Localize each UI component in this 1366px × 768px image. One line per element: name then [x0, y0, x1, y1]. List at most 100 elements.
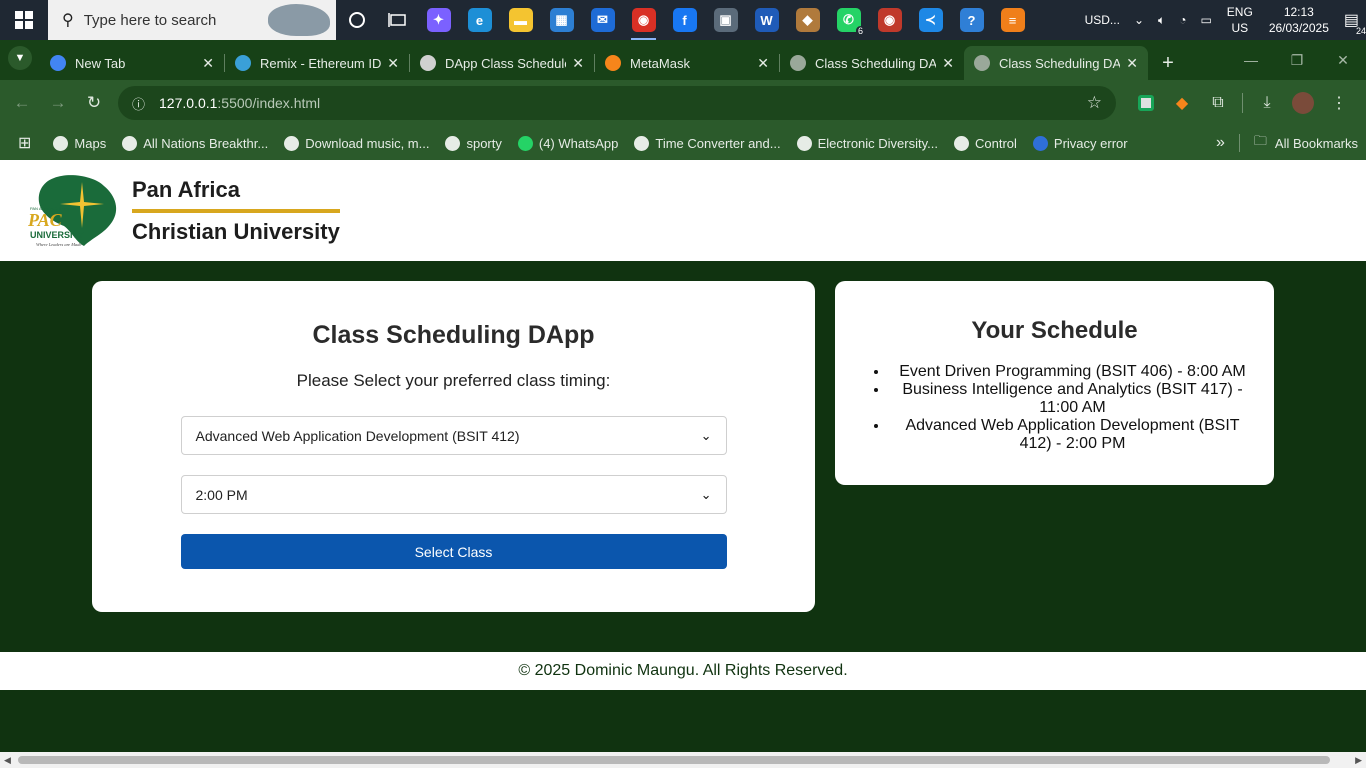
address-bar[interactable]: ⓘ 127.0.0.1:5500/index.html ☆ [118, 86, 1116, 120]
metamask-extension-icon[interactable]: ◆ [1164, 93, 1200, 113]
scrollbar-thumb[interactable] [18, 756, 1330, 764]
downloads-icon[interactable]: ⤓ [1249, 94, 1285, 112]
tab-close-icon[interactable]: ✕ [942, 55, 954, 72]
bookmark-favicon-icon [634, 135, 650, 151]
site-info-icon[interactable]: ⓘ [132, 94, 145, 113]
whatsapp-taskbar-button[interactable]: ✆ 6 [828, 0, 869, 40]
tab-close-icon[interactable]: ✕ [387, 55, 399, 72]
time-select-value: 2:00 PM [195, 486, 248, 503]
bookmark-item[interactable]: Maps [45, 135, 114, 151]
clock[interactable]: 12:13 26/03/2025 [1261, 4, 1337, 36]
edge-icon: e [467, 8, 492, 32]
reload-button[interactable]: ↻ [76, 93, 112, 113]
chevron-up-icon[interactable]: ⌄ [1127, 13, 1151, 27]
bookmark-star-icon[interactable]: ☆ [1087, 93, 1102, 113]
word-taskbar-button[interactable]: W [746, 0, 787, 40]
browser-tab[interactable]: Remix - Ethereum IDE ✕ [225, 46, 409, 80]
bookmarks-bar: ⊞ Maps All Nations Breakthr... Download mu… [0, 126, 1366, 160]
bookmark-item[interactable]: sporty [437, 135, 509, 151]
browser-tab[interactable]: DApp Class Schedule ✕ [410, 46, 594, 80]
back-button[interactable]: ← [4, 93, 40, 113]
window-controls: — ❐ ✕ [1228, 40, 1366, 80]
pac-logo-icon: PAN AFRICA CHRISTIAN PAC UNIVERSITY Wher… [27, 174, 117, 247]
chrome-icon [50, 55, 66, 71]
scroll-left-icon[interactable]: ◀ [4, 755, 11, 766]
browser-tab[interactable]: Class Scheduling DA ✕ [964, 46, 1148, 80]
bookmark-item[interactable]: Control [946, 135, 1025, 151]
tab-title: Class Scheduling DAp [815, 55, 937, 71]
lang-bottom: US [1231, 21, 1249, 35]
language-indicator[interactable]: ENG US [1219, 4, 1261, 36]
tab-close-icon[interactable]: ✕ [757, 55, 769, 72]
cortana-button[interactable] [336, 0, 377, 40]
more-bookmarks-icon[interactable]: » [1208, 134, 1233, 152]
browser-toolbar: ← → ↻ ⓘ 127.0.0.1:5500/index.html ☆ ◆ ⧉ … [0, 80, 1366, 126]
bookmark-item[interactable]: Privacy error [1025, 135, 1136, 151]
photos-taskbar-button[interactable]: ▣ [705, 0, 746, 40]
help-icon: ? [959, 8, 984, 32]
minimize-button[interactable]: — [1228, 40, 1274, 80]
chrome-profile-taskbar-button[interactable]: ◉ [869, 0, 910, 40]
url-host: 127.0.0.1 [159, 95, 218, 111]
taskbar-search[interactable]: ⚲ Type here to search [48, 0, 336, 40]
battery-icon[interactable]: ▭ [1193, 13, 1218, 27]
bookmark-item[interactable]: (4) WhatsApp [510, 135, 626, 151]
photos-icon: ▣ [713, 8, 738, 32]
copilot-taskbar-button[interactable]: ✦ [418, 0, 459, 40]
package-icon: ◆ [795, 8, 820, 32]
currency-widget[interactable]: USD... [1078, 13, 1127, 27]
file-explorer-taskbar-button[interactable]: ▬ [500, 0, 541, 40]
browser-tab[interactable]: Class Scheduling DAp ✕ [780, 46, 964, 80]
mail-icon: ✉ [590, 8, 615, 32]
all-bookmarks-folder[interactable]: 🗀︎ All Bookmarks [1246, 132, 1366, 154]
tab-search-button[interactable]: ▼ [8, 45, 32, 70]
bookmark-favicon-icon [954, 135, 969, 151]
browser-tab[interactable]: New Tab ✕ [40, 46, 224, 80]
page-title: Class Scheduling DApp [312, 321, 595, 349]
horizontal-scrollbar[interactable]: ◀ ▶ [0, 752, 1366, 768]
tab-title: DApp Class Schedule [445, 55, 567, 71]
forward-button[interactable]: → [40, 93, 76, 113]
bookmark-item[interactable]: Time Converter and... [626, 135, 788, 151]
tab-title: MetaMask [630, 55, 690, 71]
bookmark-item[interactable]: Electronic Diversity... [789, 135, 946, 151]
tab-close-icon[interactable]: ✕ [202, 55, 214, 72]
logo-mark-pac: PAC [27, 210, 63, 230]
apps-grid-icon[interactable]: ⊞ [0, 133, 45, 153]
extension-record-icon[interactable] [1128, 95, 1164, 111]
volume-icon[interactable]: 🔈︎ [1151, 13, 1172, 28]
microsoft-store-taskbar-button[interactable]: ▦ [541, 0, 582, 40]
vscode-taskbar-button[interactable]: ≺ [910, 0, 951, 40]
restore-button[interactable]: ❐ [1274, 40, 1320, 80]
bookmark-item[interactable]: Download music, m... [276, 135, 437, 151]
help-taskbar-button[interactable]: ? [951, 0, 992, 40]
notification-center[interactable]: ▤ 24 [1337, 10, 1366, 36]
chrome-taskbar-button[interactable]: ◉ [623, 0, 664, 40]
tab-title: New Tab [75, 55, 126, 71]
bookmark-item[interactable]: All Nations Breakthr... [114, 135, 276, 151]
tab-close-icon[interactable]: ✕ [1126, 55, 1138, 72]
scroll-right-icon[interactable]: ▶ [1355, 755, 1362, 766]
chrome-icon: ◉ [631, 8, 656, 32]
task-view-button[interactable] [377, 0, 418, 40]
package-taskbar-button[interactable]: ◆ [787, 0, 828, 40]
stack-taskbar-button[interactable]: ≡ [992, 0, 1033, 40]
site-header: PAN AFRICA CHRISTIAN PAC UNIVERSITY Wher… [0, 160, 1366, 261]
select-class-button[interactable]: Select Class [180, 534, 727, 569]
notification-count: 24 [1353, 26, 1366, 36]
facebook-taskbar-button[interactable]: f [664, 0, 705, 40]
stack-icon: ≡ [1000, 8, 1025, 32]
tab-close-icon[interactable]: ✕ [572, 55, 584, 72]
start-button[interactable] [0, 0, 48, 40]
class-select[interactable]: Advanced Web Application Development (BS… [180, 416, 727, 455]
time-select[interactable]: 2:00 PM ⌄ [180, 475, 727, 514]
edge-taskbar-button[interactable]: e [459, 0, 500, 40]
browser-tab[interactable]: MetaMask ✕ [595, 46, 779, 80]
profile-avatar[interactable] [1285, 92, 1321, 114]
new-tab-button[interactable]: + [1148, 46, 1188, 80]
extensions-puzzle-icon[interactable]: ⧉ [1200, 94, 1236, 112]
mail-taskbar-button[interactable]: ✉ [582, 0, 623, 40]
wifi-icon[interactable]: ◔ [1172, 13, 1193, 27]
browser-menu-icon[interactable]: ⋮ [1321, 93, 1357, 113]
close-window-button[interactable]: ✕ [1320, 40, 1366, 80]
